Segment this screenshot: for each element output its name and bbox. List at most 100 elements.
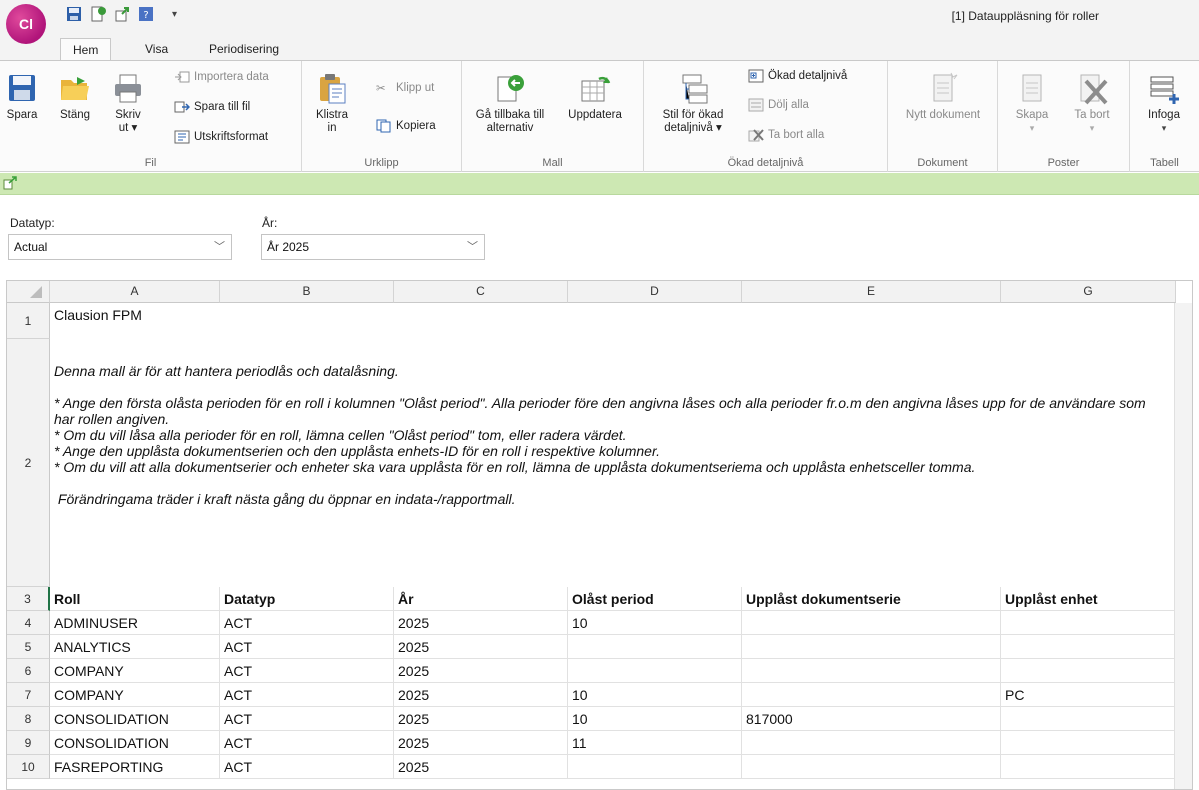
table-cell-roll[interactable]: FASREPORTING [50,755,220,779]
stang-button[interactable]: Stäng [52,67,98,122]
datatyp-select[interactable]: Actual ﹀ [8,234,232,260]
row-header[interactable]: 1 [7,303,50,339]
column-header-c[interactable]: C [394,281,568,303]
table-cell-ar[interactable]: 2025 [394,611,568,635]
column-header-e[interactable]: E [742,281,1001,303]
skapa-button[interactable]: Skapa ▾ [1010,67,1054,135]
table-cell-datatyp[interactable]: ACT [220,731,394,755]
table-cell-roll[interactable]: CONSOLIDATION [50,707,220,731]
table-cell-roll[interactable]: CONSOLIDATION [50,731,220,755]
tab-periodisering[interactable]: Periodisering [197,38,291,61]
help-icon[interactable]: ? [138,6,154,22]
table-cell-upplast-dokumentserie[interactable] [742,755,1001,779]
ta-bort-button[interactable]: Ta bort ▾ [1066,67,1118,135]
select-all-corner[interactable] [7,281,50,303]
table-cell-upplast-enhet[interactable] [1001,611,1176,635]
navigate-icon[interactable] [3,176,17,193]
stil-okad-detaljniva-button[interactable]: Stil för ökad detaljnivå ▾ [650,67,740,135]
header-cell-ar[interactable]: År [394,587,568,611]
spreadsheet[interactable]: A B C D E G 1 2 3 4 5 6 7 8 9 10 Clausio… [6,280,1193,790]
skriv-ut-button[interactable]: Skriv ut ▾ [108,67,148,135]
row-header[interactable]: 3 [7,587,50,611]
table-cell-ar[interactable]: 2025 [394,683,568,707]
tab-visa[interactable]: Visa [133,38,180,61]
kopiera-button[interactable]: Kopiera [376,119,436,133]
row-header[interactable]: 2 [7,339,50,587]
klipp-ut-button[interactable]: ✂ Klipp ut [376,81,434,95]
table-cell-datatyp[interactable]: ACT [220,683,394,707]
qat-customize-icon[interactable]: ▾ [172,9,177,20]
infoga-button[interactable]: Infoga ▾ [1138,67,1190,135]
table-cell-upplast-dokumentserie[interactable] [742,635,1001,659]
header-cell-upplast-enhet[interactable]: Upplåst enhet [1001,587,1176,611]
column-header-b[interactable]: B [220,281,394,303]
vertical-scrollbar[interactable] [1174,303,1192,789]
importera-data-button[interactable]: Importera data [174,70,269,84]
table-cell-olast-period[interactable] [568,635,742,659]
save-icon[interactable] [66,6,82,22]
ar-select[interactable]: År 2025 ﹀ [261,234,485,260]
spara-button[interactable]: Spara [2,67,42,122]
table-cell-datatyp[interactable]: ACT [220,707,394,731]
description-cell[interactable]: Denna mall är för att hantera periodlås … [54,363,1164,507]
uppdatera-button[interactable]: Uppdatera [560,67,630,122]
header-cell-olast-period[interactable]: Olåst period [568,587,742,611]
table-cell-olast-period[interactable] [568,659,742,683]
row-header[interactable]: 7 [7,683,50,707]
table-cell-upplast-enhet[interactable] [1001,635,1176,659]
ta-bort-alla-button[interactable]: Ta bort alla [748,128,824,142]
table-cell-ar[interactable]: 2025 [394,635,568,659]
table-cell-olast-period[interactable] [568,755,742,779]
nytt-dokument-button[interactable]: Nytt dokument [893,67,993,122]
table-cell-ar[interactable]: 2025 [394,659,568,683]
table-cell-upplast-enhet[interactable] [1001,707,1176,731]
table-cell-olast-period[interactable]: 10 [568,707,742,731]
row-header[interactable]: 8 [7,707,50,731]
table-cell-datatyp[interactable]: ACT [220,635,394,659]
table-cell-upplast-dokumentserie[interactable] [742,683,1001,707]
table-cell-datatyp[interactable]: ACT [220,659,394,683]
table-cell-upplast-enhet[interactable]: PC [1001,683,1176,707]
table-cell-ar[interactable]: 2025 [394,755,568,779]
table-cell-upplast-enhet[interactable] [1001,755,1176,779]
row-header[interactable]: 6 [7,659,50,683]
table-cell-ar[interactable]: 2025 [394,707,568,731]
table-cell-upplast-dokumentserie[interactable]: 817000 [742,707,1001,731]
row-header[interactable]: 4 [7,611,50,635]
spara-till-fil-button[interactable]: Spara till fil [174,100,250,114]
dolj-alla-button[interactable]: Dölj alla [748,98,809,112]
row-header[interactable]: 9 [7,731,50,755]
table-cell-datatyp[interactable]: ACT [220,611,394,635]
row-header[interactable]: 10 [7,755,50,779]
table-cell-upplast-enhet[interactable] [1001,659,1176,683]
table-cell-upplast-dokumentserie[interactable] [742,731,1001,755]
row-header[interactable]: 5 [7,635,50,659]
ga-tillbaka-button[interactable]: Gå tillbaka till alternativ [470,67,550,135]
new-doc-icon[interactable] [90,6,106,22]
table-cell-roll[interactable]: ANALYTICS [50,635,220,659]
table-cell-olast-period[interactable]: 10 [568,611,742,635]
sheet-title-cell[interactable]: Clausion FPM [50,307,142,323]
header-cell-roll[interactable]: Roll [50,587,220,611]
tab-hem[interactable]: Hem [60,38,112,61]
column-header-g[interactable]: G [1001,281,1176,303]
table-cell-roll[interactable]: COMPANY [50,659,220,683]
app-logo[interactable]: Cl [6,4,46,44]
table-cell-ar[interactable]: 2025 [394,731,568,755]
table-cell-olast-period[interactable]: 11 [568,731,742,755]
table-cell-roll[interactable]: ADMINUSER [50,611,220,635]
column-header-d[interactable]: D [568,281,742,303]
table-cell-olast-period[interactable]: 10 [568,683,742,707]
table-cell-datatyp[interactable]: ACT [220,755,394,779]
table-cell-upplast-dokumentserie[interactable] [742,659,1001,683]
okad-detaljniva-button[interactable]: Ökad detaljnivå [748,69,847,83]
table-cell-upplast-dokumentserie[interactable] [742,611,1001,635]
header-cell-datatyp[interactable]: Datatyp [220,587,394,611]
table-cell-roll[interactable]: COMPANY [50,683,220,707]
header-cell-upplast-dokumentserie[interactable]: Upplåst dokumentserie [742,587,1001,611]
table-cell-upplast-enhet[interactable] [1001,731,1176,755]
klistra-in-button[interactable]: Klistra in [312,67,352,135]
utskriftsformat-button[interactable]: Utskriftsformat [174,130,268,144]
column-header-a[interactable]: A [50,281,220,303]
export-icon[interactable] [114,6,130,22]
